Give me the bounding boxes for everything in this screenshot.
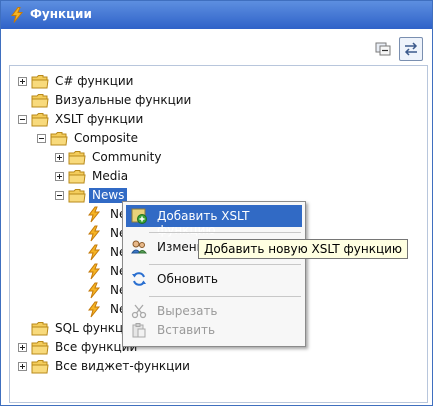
lightning-icon bbox=[86, 206, 102, 223]
tree-item-label: Все виджет-функции bbox=[55, 359, 190, 373]
folder-icon bbox=[31, 340, 49, 355]
tree-item-function[interactable]: Ne bbox=[10, 206, 130, 224]
expand-icon[interactable] bbox=[55, 153, 64, 162]
tree-item-composite[interactable]: Composite bbox=[10, 130, 310, 148]
menu-item-refresh[interactable]: Обновить bbox=[126, 268, 302, 290]
menu-separator bbox=[149, 264, 301, 265]
menu-separator bbox=[149, 232, 301, 233]
collapse-icon[interactable] bbox=[18, 115, 27, 124]
refresh-icon bbox=[132, 272, 146, 286]
expand-icon[interactable] bbox=[55, 172, 64, 181]
tree-item-function[interactable]: Ne bbox=[10, 301, 130, 319]
tooltip: Добавить новую XSLT функцию bbox=[198, 239, 409, 259]
menu-item-add-xslt[interactable]: Добавить XSLT функцию bbox=[126, 205, 302, 237]
tree-item-all-widget-functions[interactable]: Все виджет-функции bbox=[10, 358, 310, 376]
folder-icon bbox=[31, 321, 49, 336]
cut-icon bbox=[131, 304, 147, 319]
menu-item-label: Обновить bbox=[157, 272, 218, 286]
tree-item-function[interactable]: Ne bbox=[10, 263, 130, 281]
tree-item-csharp[interactable]: C# функции bbox=[10, 73, 310, 91]
tree-item-label: C# функции bbox=[55, 74, 134, 88]
lightning-icon bbox=[9, 6, 25, 24]
folder-icon bbox=[31, 74, 49, 89]
menu-item-label: Вставить bbox=[157, 323, 216, 337]
add-function-icon bbox=[131, 208, 147, 224]
folder-icon bbox=[68, 188, 86, 203]
collapse-icon[interactable] bbox=[55, 191, 64, 200]
lightning-icon bbox=[86, 301, 102, 318]
window-titlebar: Функции bbox=[1, 1, 432, 29]
folder-icon bbox=[50, 131, 68, 146]
tree-item-label: Composite bbox=[74, 131, 139, 145]
link-sync-icon bbox=[404, 42, 418, 56]
tree-item-media[interactable]: Media bbox=[10, 168, 310, 186]
folder-icon bbox=[31, 93, 49, 108]
tree-item-function[interactable]: Ne bbox=[10, 225, 130, 243]
lightning-icon bbox=[86, 244, 102, 261]
collapse-icon[interactable] bbox=[37, 134, 46, 143]
edit-users-icon bbox=[131, 240, 147, 254]
tree-item-community[interactable]: Community bbox=[10, 149, 310, 167]
menu-item-paste[interactable]: Вставить bbox=[126, 319, 302, 341]
lightning-icon bbox=[86, 263, 102, 280]
menu-separator bbox=[149, 296, 301, 297]
folder-icon bbox=[31, 359, 49, 374]
tree-item-label: Media bbox=[92, 169, 129, 183]
link-sync-button[interactable] bbox=[399, 37, 423, 61]
lightning-icon bbox=[86, 282, 102, 299]
expand-icon[interactable] bbox=[18, 343, 27, 352]
lightning-icon bbox=[86, 225, 102, 242]
expand-icon[interactable] bbox=[18, 77, 27, 86]
tree-item-label: XSLT функции bbox=[55, 112, 144, 126]
tree-item-function[interactable]: Ne bbox=[10, 282, 130, 300]
tree-item-sql[interactable]: SQL функци bbox=[10, 320, 131, 338]
tree-item-label: Community bbox=[92, 150, 162, 164]
tree-item-label: Визуальные функции bbox=[55, 93, 192, 107]
window-title: Функции bbox=[30, 7, 92, 21]
folder-icon bbox=[68, 150, 86, 165]
folder-icon bbox=[68, 169, 86, 184]
context-menu: Добавить XSLT функцию Измени Обновить Вы… bbox=[122, 201, 306, 347]
tree-item-xslt[interactable]: XSLT функции bbox=[10, 111, 310, 129]
paste-icon bbox=[132, 323, 146, 338]
expand-icon[interactable] bbox=[18, 362, 27, 371]
tree-item-function[interactable]: Ne bbox=[10, 244, 130, 262]
tree-item-all-functions[interactable]: Все функции bbox=[10, 339, 137, 357]
menu-item-label: Вырезать bbox=[157, 304, 218, 318]
tree-item-label: SQL функци bbox=[55, 321, 131, 335]
tree-item-visual[interactable]: Визуальные функции bbox=[10, 92, 310, 110]
collapse-all-icon[interactable] bbox=[373, 39, 393, 59]
folder-icon bbox=[31, 112, 49, 127]
